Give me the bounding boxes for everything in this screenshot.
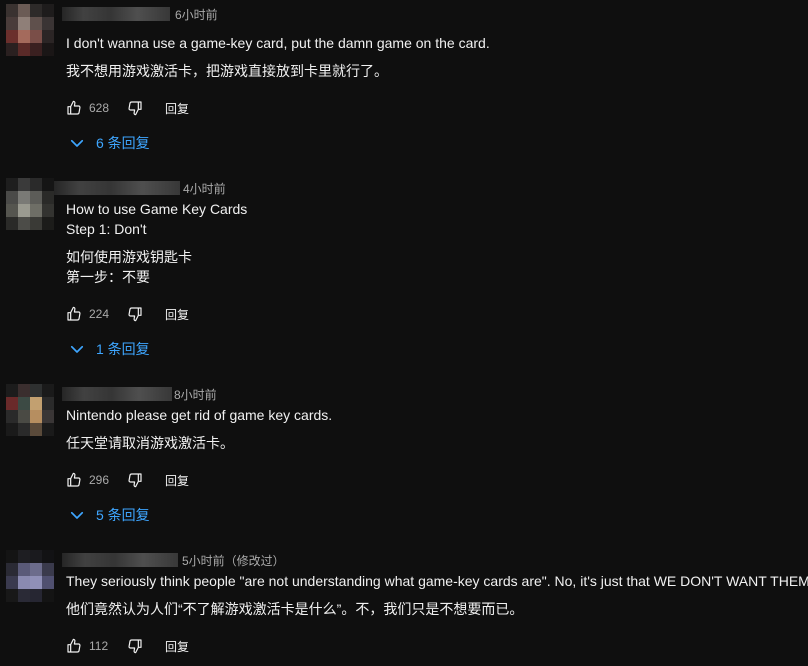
comment-timestamp[interactable]: 6小时前 [175, 6, 218, 23]
like-button[interactable]: 224 [66, 306, 119, 322]
reply-button[interactable]: 回复 [165, 100, 189, 117]
dislike-button[interactable] [127, 100, 143, 116]
comment-text-line: I don't wanna use a game-key card, put t… [66, 35, 490, 51]
comment-actions: 112 回复 [66, 634, 189, 658]
translation-line: 我不想用游戏激活卡，把游戏直接放到卡里就行了。 [66, 63, 388, 79]
translation-line: 第一步：不要 [66, 269, 150, 285]
avatar[interactable] [6, 4, 54, 56]
comment-4: 5小时前（修改过） They seriously think people "a… [0, 546, 808, 666]
like-button[interactable]: 628 [66, 100, 119, 116]
comment-translation: 如何使用游戏钥匙卡 第一步：不要 [66, 247, 192, 287]
comment-timestamp[interactable]: 8小时前 [174, 386, 217, 403]
translation-line: 任天堂请取消游戏激活卡。 [66, 435, 234, 451]
comment-timestamp[interactable]: 5小时前（修改过） [182, 552, 285, 569]
thumb-up-icon [66, 100, 82, 116]
avatar[interactable] [6, 550, 54, 602]
like-count: 296 [89, 473, 110, 487]
thumb-down-icon [127, 638, 143, 654]
reply-button[interactable]: 回复 [165, 306, 189, 323]
comment-text-line: Nintendo please get rid of game key card… [66, 407, 333, 423]
comment-text: Nintendo please get rid of game key card… [66, 405, 332, 425]
dislike-button[interactable] [127, 472, 143, 488]
comment-text-line: They seriously think people "are not und… [66, 573, 808, 589]
username-blurred[interactable] [62, 553, 178, 567]
like-button[interactable]: 296 [66, 472, 119, 488]
comment-text: How to use Game Key Cards Step 1: Don't [66, 199, 247, 239]
view-replies-button[interactable]: 1 条回复 [68, 338, 150, 360]
like-button[interactable]: 112 [66, 638, 119, 654]
username-blurred[interactable] [62, 387, 172, 401]
replies-count-label: 6 条回复 [96, 135, 150, 151]
username-blurred[interactable] [54, 181, 180, 195]
chevron-down-icon [68, 340, 96, 358]
translation-line: 他们竟然认为人们“不了解游戏激活卡是什么”。不，我们只是不想要而已。 [66, 601, 524, 617]
thumb-up-icon [66, 472, 82, 488]
comment-2: 4小时前 How to use Game Key Cards Step 1: D… [0, 174, 808, 364]
like-count: 628 [89, 101, 110, 115]
view-replies-button[interactable]: 5 条回复 [68, 504, 150, 526]
like-count: 224 [89, 307, 110, 321]
avatar[interactable] [6, 178, 54, 230]
thumb-down-icon [127, 306, 143, 322]
chevron-down-icon [68, 506, 96, 524]
comment-1: 6小时前 I don't wanna use a game-key card, … [0, 0, 808, 160]
comment-actions: 224 回复 [66, 302, 189, 326]
reply-button[interactable]: 回复 [165, 638, 189, 655]
avatar[interactable] [6, 384, 54, 436]
comment-actions: 628 回复 [66, 96, 189, 120]
chevron-down-icon [68, 134, 96, 152]
comment-text: They seriously think people "are not und… [66, 571, 808, 591]
thumb-up-icon [66, 306, 82, 322]
comment-text-line: Step 1: Don't [66, 221, 147, 237]
replies-count-label: 1 条回复 [96, 341, 150, 357]
reply-button[interactable]: 回复 [165, 472, 189, 489]
replies-count-label: 5 条回复 [96, 507, 150, 523]
dislike-button[interactable] [127, 638, 143, 654]
view-replies-button[interactable]: 6 条回复 [68, 132, 150, 154]
translation-line: 如何使用游戏钥匙卡 [66, 249, 192, 265]
comment-text: I don't wanna use a game-key card, put t… [66, 33, 490, 53]
thumb-up-icon [66, 638, 82, 654]
thumb-down-icon [127, 100, 143, 116]
comment-translation: 任天堂请取消游戏激活卡。 [66, 433, 234, 453]
like-count: 112 [89, 639, 109, 653]
thumb-down-icon [127, 472, 143, 488]
comment-actions: 296 回复 [66, 468, 189, 492]
comment-timestamp[interactable]: 4小时前 [183, 180, 226, 197]
comment-translation: 我不想用游戏激活卡，把游戏直接放到卡里就行了。 [66, 61, 388, 81]
comment-text-line: How to use Game Key Cards [66, 201, 248, 217]
dislike-button[interactable] [127, 306, 143, 322]
comment-3: 8小时前 Nintendo please get rid of game key… [0, 380, 808, 530]
username-blurred[interactable] [62, 7, 170, 21]
comment-translation: 他们竟然认为人们“不了解游戏激活卡是什么”。不，我们只是不想要而已。 [66, 599, 523, 619]
